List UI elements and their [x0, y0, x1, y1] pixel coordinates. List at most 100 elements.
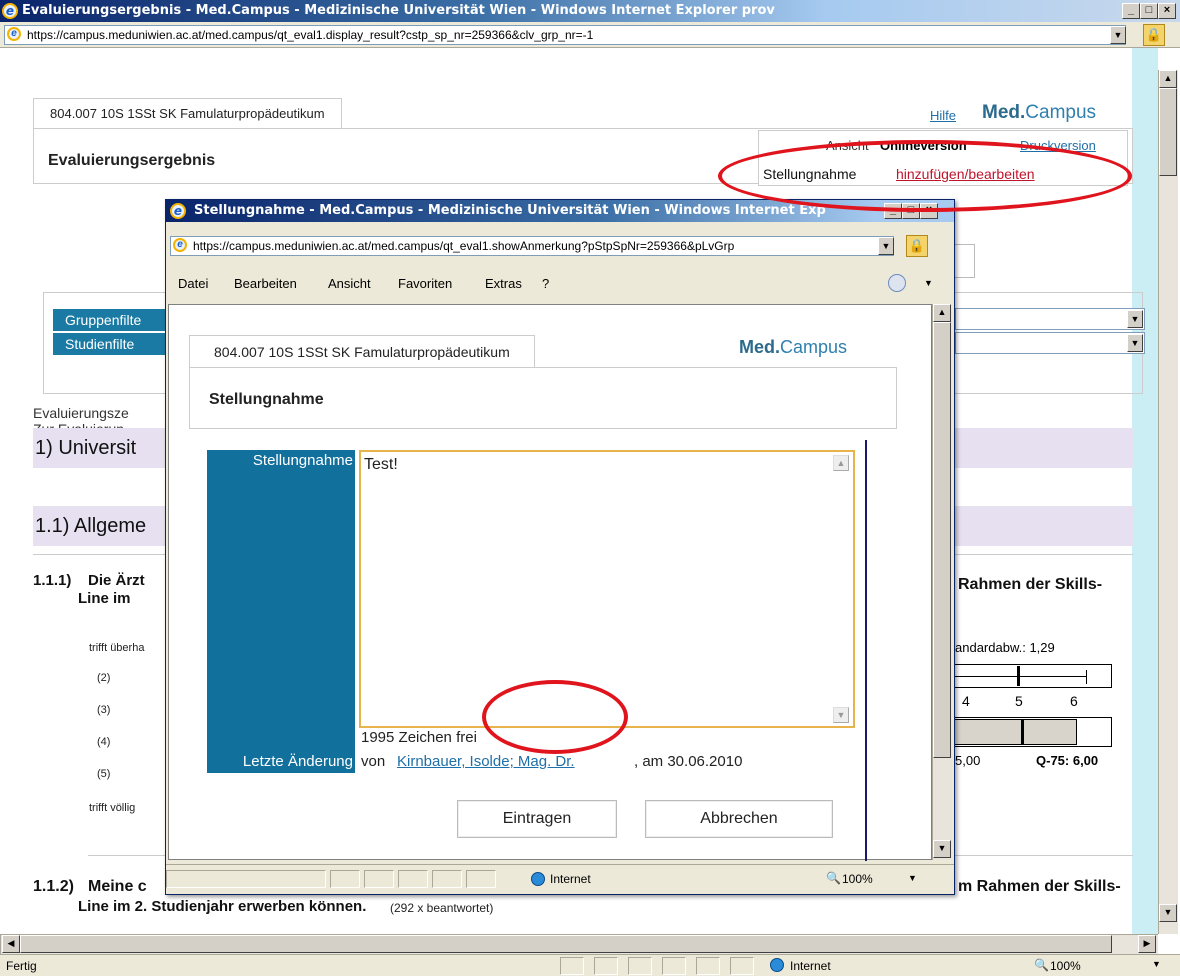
eval-time-text: Evaluierungsze — [33, 405, 129, 421]
course-tab[interactable]: 804.007 10S 1SSt SK Famulaturpropädeutik… — [33, 98, 342, 128]
tick-6: 6 — [1070, 693, 1078, 709]
ta-scroll-down-icon[interactable]: ▼ — [833, 707, 849, 723]
globe-icon — [531, 872, 545, 886]
popup-menu-bar: Datei Bearbeiten Ansicht Favoriten Extra… — [178, 276, 578, 296]
scale-2: (2) — [97, 672, 111, 684]
url-text: https://campus.meduniwien.ac.at/med.camp… — [27, 28, 594, 42]
popup-zoom-icon[interactable]: 🔍 — [826, 871, 841, 885]
q1-line2: Line im — [78, 590, 131, 607]
menu-datei[interactable]: Datei — [178, 276, 208, 291]
scale-bottom: trifft völlig — [89, 802, 136, 814]
tick-4: 4 — [962, 693, 970, 709]
box-median — [1021, 719, 1024, 745]
lock-icon[interactable]: 🔒 — [1143, 24, 1165, 46]
study-filter-label: Studienfilte — [53, 333, 173, 355]
q2-right-text: m Rahmen der Skills- — [958, 878, 1121, 895]
status-cell — [594, 957, 618, 975]
main-vscrollbar[interactable] — [1158, 70, 1178, 934]
status-cell — [560, 957, 584, 975]
scroll-left-icon[interactable]: ◀ — [2, 935, 20, 953]
scroll-up-icon[interactable]: ▲ — [1159, 70, 1177, 88]
logo-sub: Campus — [1025, 102, 1097, 123]
menu-ansicht[interactable]: Ansicht — [328, 276, 371, 291]
menu-favoriten[interactable]: Favoriten — [398, 276, 452, 291]
q1-text: Die Ärzt — [88, 572, 145, 589]
popup-status-zone: Internet — [550, 872, 591, 886]
popup-zoom-level[interactable]: 100% — [842, 872, 873, 886]
help-link[interactable]: Hilfe — [930, 108, 956, 123]
close-icon[interactable]: × — [1158, 3, 1176, 19]
menu-help[interactable]: ? — [542, 276, 549, 291]
last-change-label: Letzte Änderung — [207, 751, 355, 773]
zoom-level[interactable]: 100% — [1050, 959, 1081, 973]
q1-right-text: Rahmen der Skills- — [958, 576, 1103, 593]
status-cell — [398, 870, 428, 888]
hscroll-thumb[interactable] — [20, 935, 1112, 953]
menu-bearbeiten[interactable]: Bearbeiten — [234, 276, 297, 291]
url-field[interactable]: e https://campus.meduniwien.ac.at/med.ca… — [4, 25, 1126, 45]
logo-main: Med. — [739, 337, 781, 357]
statement-textarea[interactable]: Test! ▲ ▼ — [359, 450, 855, 728]
popup-status-bar: Internet 🔍 100% ▼ — [166, 864, 954, 894]
scale-3: (3) — [97, 704, 111, 716]
whisker-line — [955, 676, 1087, 677]
minimize-icon[interactable]: _ — [1122, 3, 1140, 19]
zoom-dropdown-icon[interactable]: ▼ — [1152, 959, 1161, 969]
popup-url-dropdown-icon[interactable]: ▼ — [878, 237, 894, 255]
popup-url-field[interactable]: e https://campus.meduniwien.ac.at/med.ca… — [170, 236, 894, 256]
q25-tail: 5,00 — [955, 753, 981, 768]
scroll-thumb[interactable] — [1159, 88, 1177, 176]
section-1-title: 1) Universit — [35, 437, 137, 459]
scale-top: trifft überha — [89, 642, 145, 654]
submit-button[interactable]: Eintragen — [457, 800, 617, 838]
scroll-right-icon[interactable]: ▶ — [1138, 935, 1156, 953]
iqr-box — [955, 719, 1077, 745]
field-label-text: Stellungnahme — [252, 452, 353, 469]
main-title-bar: e Evaluierungsergebnis - Med.Campus - Me… — [0, 0, 1180, 22]
chevron-down-icon[interactable]: ▼ — [1127, 310, 1143, 328]
address-bar: e https://campus.meduniwien.ac.at/med.ca… — [0, 22, 1180, 48]
popup-scroll-thumb[interactable] — [933, 322, 951, 758]
toolbar-globe-icon[interactable] — [888, 274, 906, 292]
page-title: Evaluierungsergebnis — [48, 152, 216, 169]
popup-heading: Stellungnahme — [209, 391, 324, 408]
scale-5: (5) — [97, 768, 111, 780]
annotation-circle — [482, 680, 628, 754]
textarea-value: Test! — [364, 456, 398, 473]
status-cell — [166, 870, 326, 888]
status-cell — [696, 957, 720, 975]
maximize-icon[interactable]: □ — [1140, 3, 1158, 19]
popup-title: Stellungnahme - Med.Campus - Medizinisch… — [194, 203, 826, 218]
popup-content: 804.007 10S 1SSt SK Famulaturpropädeutik… — [168, 304, 932, 861]
menu-extras[interactable]: Extras — [485, 276, 522, 291]
cancel-button[interactable]: Abbrechen — [645, 800, 833, 838]
ie-icon: e — [170, 203, 186, 219]
change-date: , am 30.06.2010 — [634, 753, 743, 770]
author-link[interactable]: Kirnbauer, Isolde; Mag. Dr. — [397, 753, 575, 770]
popup-scroll-down-icon[interactable]: ▼ — [933, 840, 951, 858]
url-dropdown-icon[interactable]: ▼ — [1110, 26, 1126, 44]
ie-icon: e — [2, 3, 18, 19]
q1-number: 1.1.1) — [33, 572, 72, 589]
status-cell — [730, 957, 754, 975]
group-filter-select[interactable]: ▼ — [955, 308, 1145, 330]
status-cell — [662, 957, 686, 975]
zoom-icon[interactable]: 🔍 — [1034, 958, 1049, 972]
q2-line2: Line im 2. Studienjahr erwerben können. — [78, 898, 367, 915]
chevron-down-icon[interactable]: ▼ — [1127, 334, 1143, 352]
popup-scroll-up-icon[interactable]: ▲ — [933, 304, 951, 322]
study-filter-select[interactable]: ▼ — [955, 332, 1145, 354]
popup-window: e Stellungnahme - Med.Campus - Medizinis… — [165, 199, 955, 895]
popup-course-tab[interactable]: 804.007 10S 1SSt SK Famulaturpropädeutik… — [189, 335, 535, 367]
scroll-down-icon[interactable]: ▼ — [1159, 904, 1177, 922]
toolbar-dropdown-icon[interactable]: ▼ — [924, 278, 933, 288]
main-window-title: Evaluierungsergebnis - Med.Campus - Medi… — [22, 3, 775, 18]
popup-zoom-dropdown-icon[interactable]: ▼ — [908, 873, 917, 883]
median-mark — [1017, 666, 1020, 686]
q75-text: Q-75: 6,00 — [1036, 753, 1099, 768]
q2-text: Meine c — [88, 878, 147, 895]
popup-lock-icon[interactable]: 🔒 — [906, 235, 928, 257]
status-text: Fertig — [6, 959, 37, 973]
stddev-text: andardabw.: 1,29 — [955, 640, 1055, 655]
ta-scroll-up-icon[interactable]: ▲ — [833, 455, 849, 471]
